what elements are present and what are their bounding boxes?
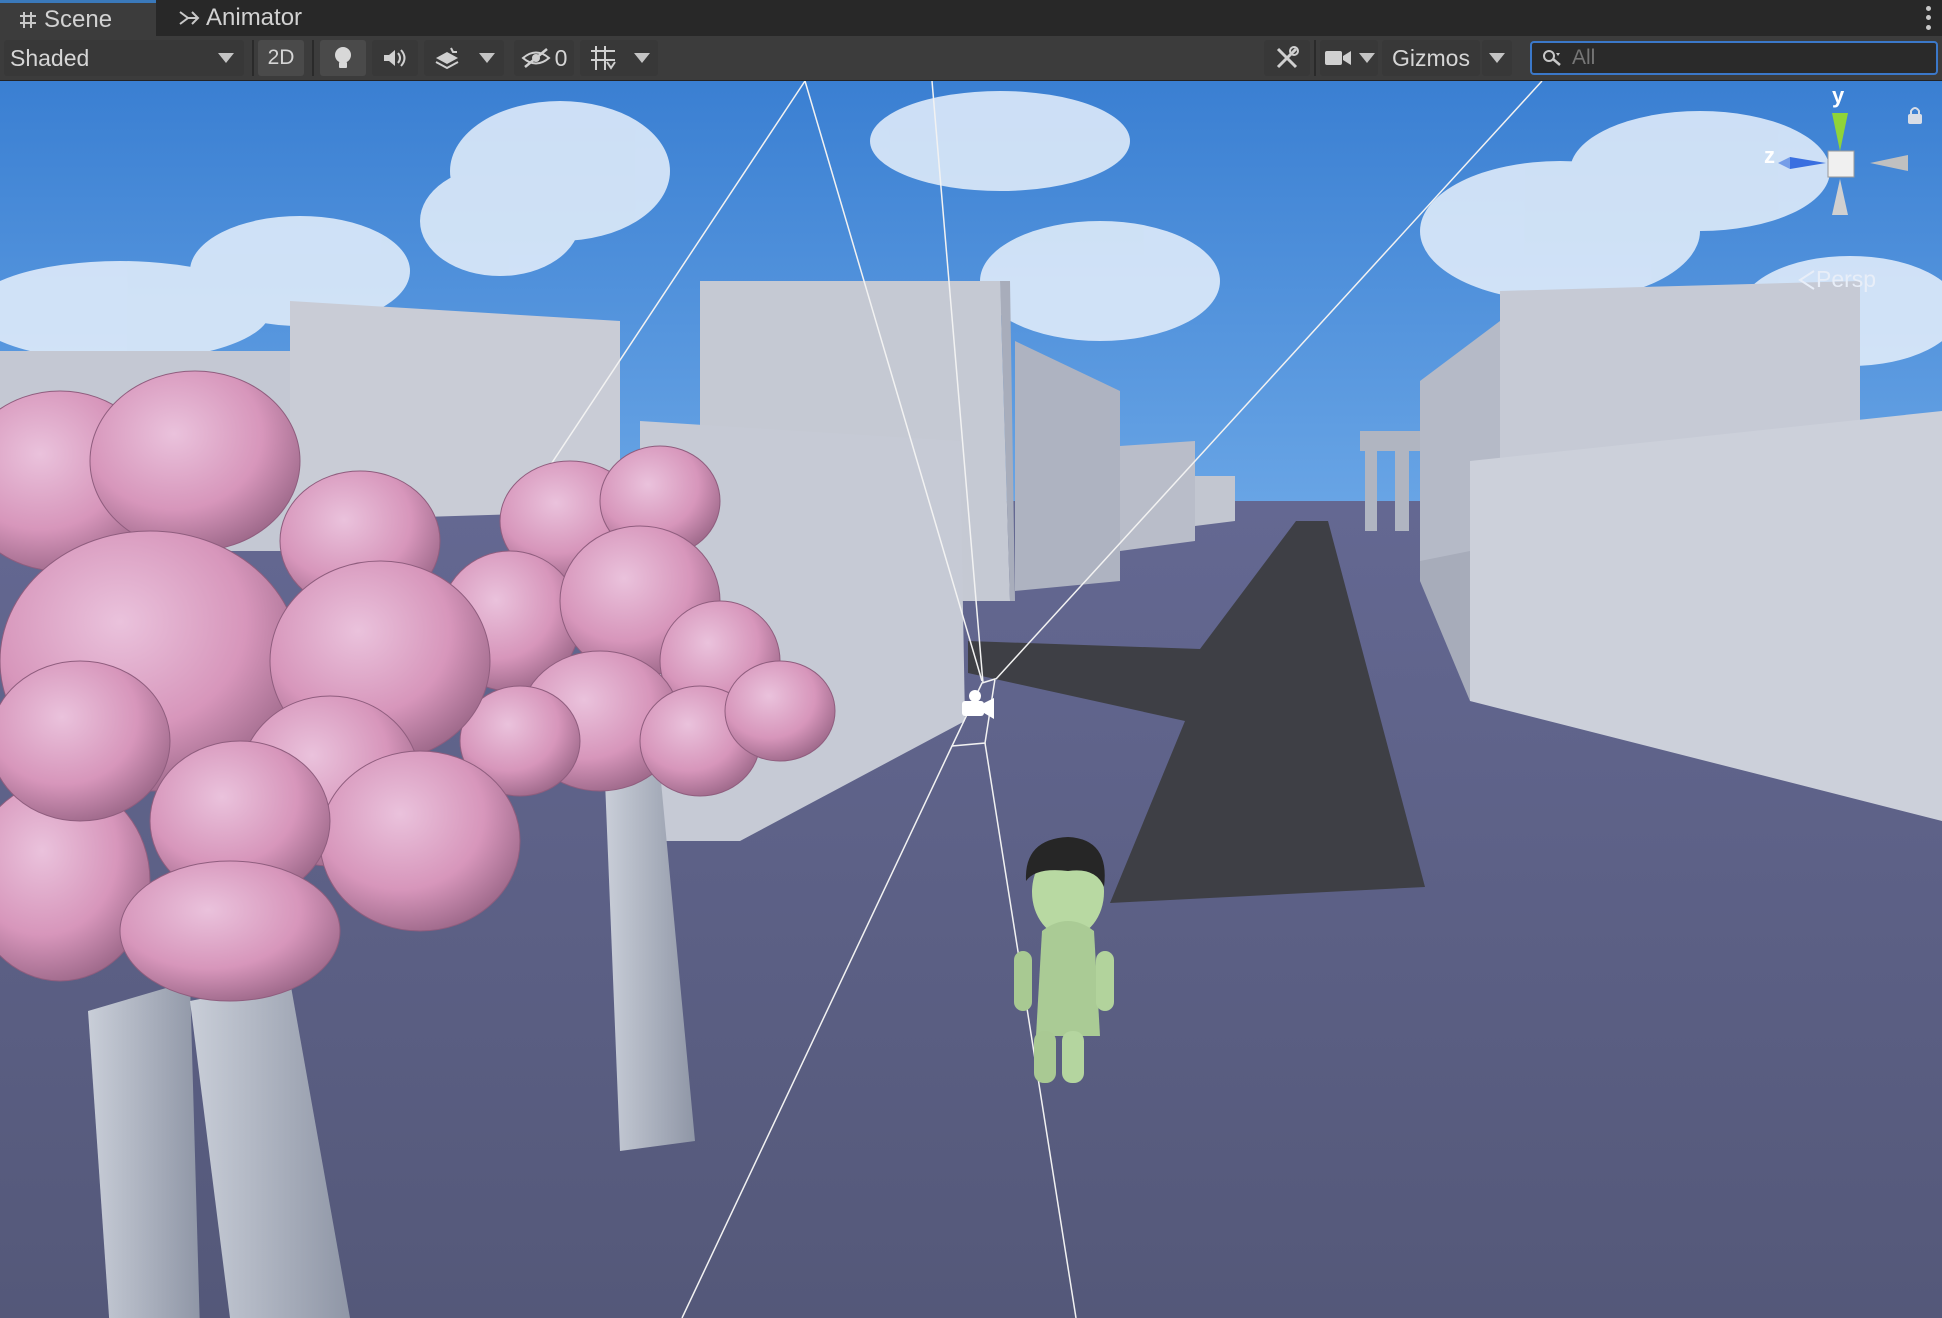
scene-search-field[interactable] — [1530, 41, 1938, 75]
axis-z-label: z — [1764, 143, 1775, 168]
grid-snapping-dropdown[interactable] — [580, 40, 658, 76]
search-icon — [1543, 50, 1561, 66]
chevron-down-icon — [633, 53, 650, 63]
camera-settings-dropdown[interactable] — [1320, 40, 1378, 76]
shading-mode-dropdown[interactable]: Shaded — [4, 40, 244, 76]
hidden-count: 0 — [554, 44, 568, 71]
chevron-down-icon — [479, 53, 495, 63]
projection-label: Persp — [1816, 266, 1877, 292]
tab-scene[interactable]: Scene — [0, 0, 156, 36]
gizmos-dropdown[interactable] — [1482, 40, 1512, 76]
tab-animator[interactable]: Animator — [160, 0, 330, 36]
more-options-icon[interactable] — [1924, 4, 1932, 32]
grid-snap-icon — [590, 46, 616, 70]
effects-dropdown[interactable] — [424, 40, 504, 76]
axis-y-label: y — [1832, 83, 1845, 108]
projection-toggle[interactable]: Persp — [1796, 266, 1876, 293]
scene-render — [0, 81, 1942, 1318]
scene-toolbar: Shaded 2D 0 Gizmos — [0, 36, 1942, 81]
tools-icon — [1276, 46, 1299, 69]
eye-hidden-icon — [521, 48, 551, 68]
lighting-toggle-button[interactable] — [320, 40, 366, 76]
scene-viewport[interactable]: y z Persp — [0, 81, 1942, 1318]
camera-icon — [1324, 51, 1351, 65]
lightbulb-icon — [335, 47, 351, 68]
animator-icon — [178, 8, 200, 28]
grid-hash-icon — [18, 10, 38, 30]
audio-toggle-button[interactable] — [372, 40, 418, 76]
shading-mode-label: Shaded — [10, 44, 90, 71]
chevron-down-icon — [218, 53, 234, 63]
lock-icon[interactable] — [1906, 105, 1924, 130]
hidden-objects-toggle[interactable]: 0 — [514, 40, 574, 76]
chevron-left-icon — [1798, 269, 1815, 290]
tab-bar: Scene Animator — [0, 0, 1942, 37]
orientation-gizmo[interactable]: y z — [1764, 83, 1910, 239]
layers-effects-icon — [435, 47, 459, 70]
search-input[interactable] — [1570, 45, 1914, 71]
chevron-down-icon — [1358, 53, 1375, 63]
speaker-icon — [384, 49, 406, 67]
gizmos-toggle-button[interactable]: Gizmos — [1382, 40, 1480, 76]
2d-toggle-button[interactable]: 2D — [258, 40, 304, 76]
chevron-down-icon — [1489, 53, 1505, 63]
tab-scene-label: Scene — [44, 5, 113, 33]
gizmos-label: Gizmos — [1392, 44, 1470, 71]
tools-toggle-button[interactable] — [1264, 40, 1310, 76]
2d-toggle-label: 2D — [267, 46, 295, 69]
tab-animator-label: Animator — [206, 4, 303, 31]
